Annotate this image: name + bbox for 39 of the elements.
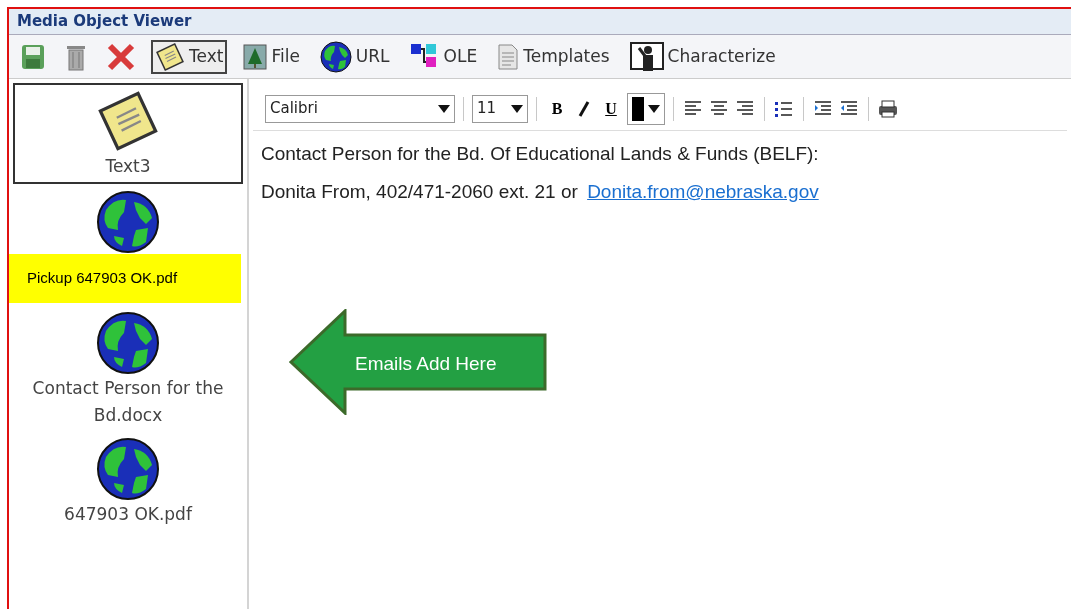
caret-icon (438, 104, 450, 113)
object-item[interactable]: Contact Person for the Bd.docx (13, 304, 243, 431)
object-label: 647903 OK.pdf (64, 502, 192, 526)
print-icon[interactable] (877, 97, 899, 120)
globe-icon (96, 310, 160, 375)
object-label: Contact Person for the Bd.docx (31, 376, 225, 427)
font-select[interactable]: Calibri (265, 94, 455, 123)
note-icon (155, 41, 185, 72)
color-picker[interactable] (627, 92, 665, 125)
callout-text: Emails Add Here (355, 352, 497, 376)
close-icon[interactable] (107, 42, 135, 71)
caret-icon (648, 104, 660, 113)
toolbar-button[interactable]: OLE (405, 39, 482, 74)
document-icon (497, 43, 520, 70)
font-name: Calibri (270, 98, 318, 120)
editor-text-line: Contact Person for the Bd. Of Educational Lands & Funds (BELF): (261, 142, 820, 166)
toolbar-button[interactable]: Templates (493, 41, 614, 72)
object-label: Text3 (105, 155, 151, 178)
window-title: Media Object Viewer (17, 14, 192, 29)
toolbar-button[interactable]: Characterize (625, 39, 780, 74)
toolbar-button[interactable]: Text (151, 39, 228, 74)
save-icon[interactable] (21, 43, 45, 70)
globe-icon (96, 190, 160, 254)
globe-icon (319, 40, 352, 73)
toolbar-button[interactable]: URL (315, 38, 394, 75)
toolbar-button[interactable]: File (239, 41, 304, 72)
bold-button[interactable]: B (545, 96, 569, 121)
tree-picture-icon (243, 43, 268, 70)
email-link[interactable]: Donita.from@nebraska.gov (587, 181, 819, 202)
object-item[interactable]: Text3 (13, 83, 243, 184)
underline-button[interactable]: U (599, 96, 623, 121)
annotation-label: Pickup 647903 OK.pdf (9, 254, 241, 303)
object-item[interactable]: 647903 OK.pdf (13, 430, 243, 530)
font-size: 11 (477, 98, 497, 120)
editor-text-line: Donita From, 402/471-2060 ext. 21 or Donita.from@nebraska.gov (261, 180, 820, 204)
caret-icon (511, 104, 523, 113)
person-board-icon (629, 41, 664, 72)
size-select[interactable]: 11 (472, 94, 528, 123)
globe-icon (96, 436, 160, 501)
